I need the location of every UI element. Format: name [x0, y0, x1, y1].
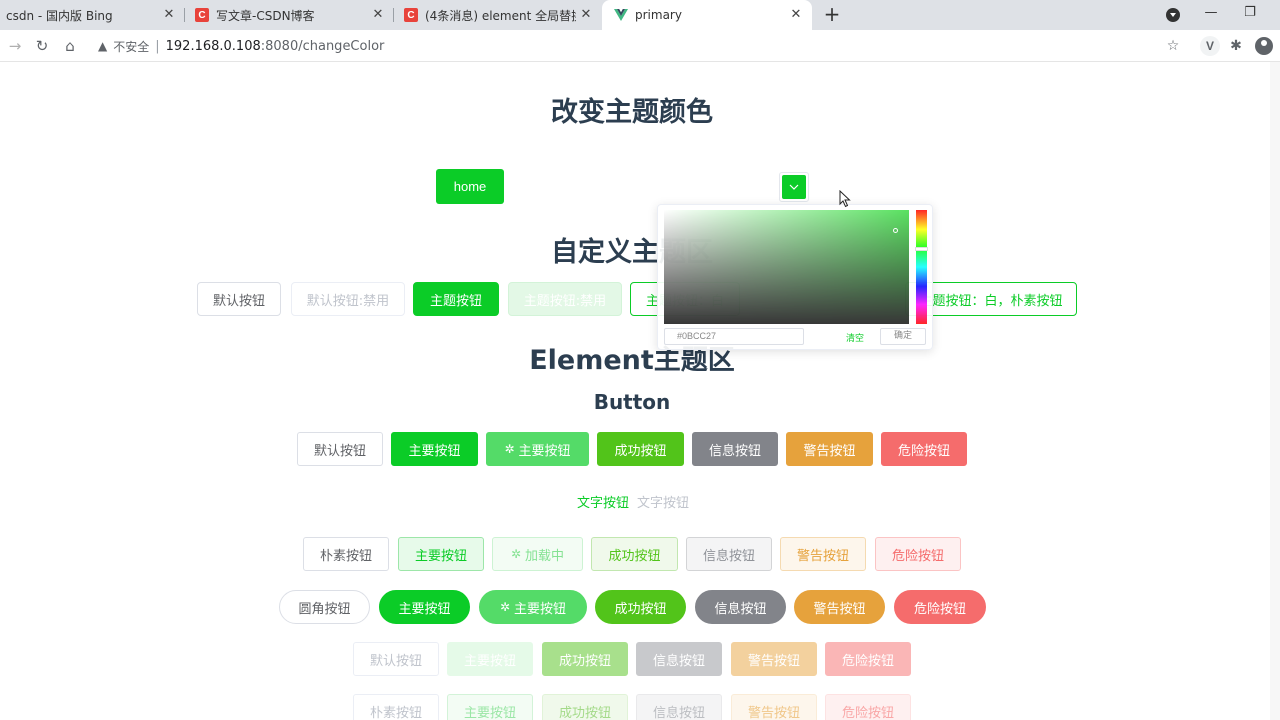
primary-button[interactable]: 主要按钮 [391, 432, 478, 466]
close-tab-icon[interactable]: ✕ [578, 7, 594, 22]
tab-csdn-article[interactable]: C (4条消息) element 全局替换主题 ✕ [394, 0, 602, 30]
info-button[interactable]: 信息按钮 [692, 432, 778, 466]
theme-disabled-button[interactable]: 主题按钮:禁用 [508, 282, 622, 316]
csdn-icon: C [195, 8, 209, 22]
bookmark-star-icon[interactable]: ☆ [1163, 36, 1183, 56]
custom-section-title: 自定义主题区 [551, 237, 713, 268]
saturation-value-area[interactable] [664, 210, 909, 324]
element-section-title: Element主题区 [529, 345, 735, 376]
default-button[interactable]: 默认按钮 [297, 432, 383, 466]
primary-round-loading-button[interactable]: ✲ 主要按钮 [479, 590, 587, 624]
clear-button[interactable]: 清空 [846, 331, 864, 344]
text-button[interactable]: 文字按钮 [577, 492, 629, 511]
success-plain-button[interactable]: 成功按钮 [591, 537, 678, 571]
primary-plain-disabled-button[interactable]: 主要按钮 [447, 694, 533, 720]
danger-plain-disabled-button[interactable]: 危险按钮 [825, 694, 911, 720]
confirm-button[interactable]: 确定 [880, 328, 926, 345]
extensions-puzzle-icon[interactable]: ✱ [1226, 36, 1246, 56]
warning-icon: ▲ [98, 39, 108, 53]
loading-icon: ✲ [504, 442, 515, 456]
warning-plain-button[interactable]: 警告按钮 [780, 537, 866, 571]
tab-csdn-write[interactable]: C 写文章-CSDN博客 ✕ [185, 0, 394, 30]
tab-search-icon[interactable] [1166, 8, 1180, 22]
page-title: 改变主题颜色 [551, 97, 713, 128]
warning-plain-disabled-button[interactable]: 警告按钮 [731, 694, 817, 720]
button-subtitle: Button [593, 390, 671, 414]
danger-button[interactable]: 危险按钮 [881, 432, 967, 466]
address-bar[interactable]: ▲ 不安全 | 192.168.0.108:8080/changeColor [92, 33, 1192, 59]
minimize-icon[interactable]: — [1201, 5, 1221, 20]
color-hex-input[interactable]: #0BCC27 [664, 328, 804, 345]
warning-round-button[interactable]: 警告按钮 [794, 590, 885, 624]
default-disabled-button[interactable]: 默认按钮 [353, 642, 439, 676]
danger-disabled-button[interactable]: 危险按钮 [825, 642, 911, 676]
restore-icon[interactable]: ❐ [1240, 5, 1260, 20]
tab-primary[interactable]: primary ✕ [602, 0, 812, 30]
plain-button[interactable]: 朴素按钮 [303, 537, 389, 571]
default-disabled-button[interactable]: 默认按钮:禁用 [291, 282, 405, 316]
tab-bing[interactable]: csdn - 国内版 Bing ✕ [0, 0, 185, 30]
back-icon[interactable]: → [6, 37, 24, 55]
primary-plain-button[interactable]: 主要按钮 [398, 537, 484, 571]
reload-icon[interactable]: ↻ [33, 37, 51, 55]
chevron-down-icon [782, 175, 806, 199]
warning-button[interactable]: 警告按钮 [786, 432, 873, 466]
hue-slider[interactable] [916, 210, 927, 324]
browser-toolbar: → ↻ ⌂ ▲ 不安全 | 192.168.0.108:8080/changeC… [0, 30, 1280, 62]
info-plain-button[interactable]: 信息按钮 [686, 537, 772, 571]
scrollbar[interactable] [1270, 62, 1280, 720]
url-host: 192.168.0.108 [165, 38, 261, 54]
primary-loading-button[interactable]: ✲ 主要按钮 [486, 432, 589, 466]
home-button[interactable]: home [436, 169, 504, 204]
plain-disabled-button[interactable]: 朴素按钮 [353, 694, 439, 720]
warning-disabled-button[interactable]: 警告按钮 [731, 642, 817, 676]
info-plain-disabled-button[interactable]: 信息按钮 [636, 694, 722, 720]
tab-title: 写文章-CSDN博客 [216, 8, 315, 23]
info-disabled-button[interactable]: 信息按钮 [636, 642, 722, 676]
danger-plain-button[interactable]: 危险按钮 [875, 537, 961, 571]
round-button[interactable]: 圆角按钮 [279, 590, 370, 624]
url-path: :8080/changeColor [260, 38, 385, 54]
hue-slider-thumb[interactable] [915, 247, 928, 251]
loading-icon: ✲ [510, 547, 522, 561]
mouse-cursor-icon [839, 189, 851, 212]
tab-strip: csdn - 国内版 Bing ✕ C 写文章-CSDN博客 ✕ C (4条消息… [0, 0, 1280, 30]
color-picker-trigger[interactable] [779, 172, 809, 202]
primary-round-button[interactable]: 主要按钮 [379, 590, 470, 624]
theme-button[interactable]: 主题按钮 [413, 282, 499, 316]
profile-avatar-icon[interactable] [1255, 37, 1273, 55]
vue-icon [614, 8, 628, 22]
primary-disabled-button[interactable]: 主要按钮 [447, 642, 533, 676]
close-tab-icon[interactable]: ✕ [161, 7, 177, 22]
color-picker-panel: #0BCC27 清空 确定 [657, 204, 933, 350]
close-tab-icon[interactable]: ✕ [370, 7, 386, 22]
close-tab-icon[interactable]: ✕ [788, 7, 804, 22]
info-round-button[interactable]: 信息按钮 [695, 590, 786, 624]
tab-title: csdn - 国内版 Bing [6, 8, 113, 23]
success-round-button[interactable]: 成功按钮 [595, 590, 686, 624]
success-disabled-button[interactable]: 成功按钮 [542, 642, 628, 676]
page-content: 改变主题颜色 home 自定义主题区 默认按钮 默认按钮:禁用 主题按钮 主题按… [0, 62, 1280, 720]
saturation-cursor[interactable] [893, 228, 898, 233]
danger-round-button[interactable]: 危险按钮 [894, 590, 986, 624]
csdn-icon: C [404, 8, 418, 22]
text-button-disabled[interactable]: 文字按钮 [637, 492, 689, 511]
success-plain-disabled-button[interactable]: 成功按钮 [542, 694, 628, 720]
security-label: 不安全 [113, 39, 150, 54]
loading-plain-button[interactable]: ✲ 加载中 [492, 537, 583, 571]
extension-v-icon[interactable]: V [1200, 36, 1220, 56]
tab-title: (4条消息) element 全局替换主题 [425, 8, 576, 23]
tab-title: primary [635, 8, 682, 22]
loading-icon: ✲ [499, 600, 511, 614]
home-icon[interactable]: ⌂ [61, 37, 79, 55]
default-button[interactable]: 默认按钮 [197, 282, 281, 316]
success-button[interactable]: 成功按钮 [597, 432, 684, 466]
new-tab-button[interactable]: + [822, 4, 842, 24]
